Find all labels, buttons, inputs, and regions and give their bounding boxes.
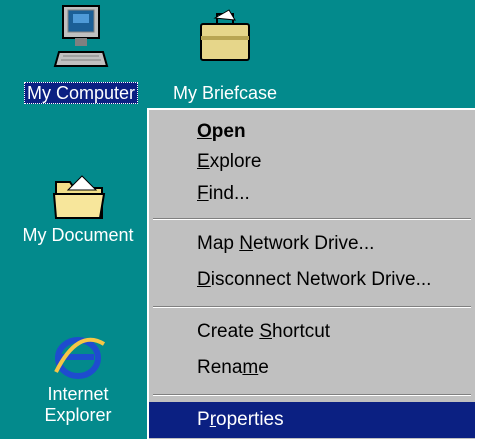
my-computer-icon bbox=[53, 5, 109, 67]
menu-item-disconnect-network-drive[interactable]: Disconnect Network Drive... bbox=[149, 262, 475, 298]
menu-item-label-prefix: Map bbox=[197, 233, 240, 254]
menu-item-find[interactable]: Find... bbox=[149, 176, 475, 212]
menu-item-label: ind... bbox=[208, 183, 250, 204]
menu-item-create-shortcut[interactable]: Create Shortcut bbox=[149, 314, 475, 350]
menu-item-explore[interactable]: Explore bbox=[149, 144, 475, 180]
menu-separator bbox=[153, 394, 471, 396]
menu-item-label: isconnect Network Drive... bbox=[210, 269, 432, 290]
desktop-icon-internet-explorer[interactable]: Internet Explorer bbox=[18, 332, 138, 426]
menu-separator bbox=[153, 306, 471, 308]
outside-area bbox=[475, 0, 499, 439]
menu-item-label-prefix: P bbox=[197, 409, 210, 430]
menu-item-accelerator: N bbox=[239, 233, 253, 254]
desktop-icon-label-line1: Internet bbox=[47, 384, 109, 404]
desktop[interactable]: My Computer My Briefcase My Document Int… bbox=[0, 0, 475, 439]
context-menu: Open Explore Find... Map Network Drive..… bbox=[147, 108, 475, 439]
desktop-icon-label: My Computer bbox=[23, 82, 139, 104]
menu-item-accelerator: E bbox=[197, 151, 210, 172]
menu-item-accelerator: m bbox=[242, 357, 259, 378]
desktop-icon-label-line2: Explorer bbox=[44, 405, 112, 425]
menu-item-label: pen bbox=[211, 121, 246, 142]
internet-explorer-icon bbox=[54, 337, 106, 379]
screen: My Computer My Briefcase My Document Int… bbox=[0, 0, 499, 439]
desktop-icon-label: My Briefcase bbox=[173, 83, 278, 103]
menu-item-accelerator: S bbox=[259, 321, 272, 342]
menu-item-label: hortcut bbox=[272, 321, 331, 342]
menu-item-label-prefix: Rena bbox=[197, 357, 243, 378]
menu-item-label: e bbox=[258, 357, 269, 378]
menu-item-accelerator: F bbox=[197, 183, 209, 204]
desktop-icon-label: My Document bbox=[22, 225, 134, 245]
menu-separator bbox=[153, 218, 471, 220]
menu-item-map-network-drive[interactable]: Map Network Drive... bbox=[149, 226, 475, 262]
menu-item-label: xplore bbox=[209, 151, 262, 172]
menu-item-label: operties bbox=[216, 409, 284, 430]
briefcase-icon bbox=[200, 9, 250, 61]
menu-item-properties[interactable]: Properties bbox=[149, 402, 475, 438]
desktop-icon-my-documents[interactable]: My Document bbox=[0, 168, 156, 246]
desktop-icon-my-briefcase[interactable]: My Briefcase bbox=[170, 6, 280, 104]
menu-item-label-prefix: Create bbox=[197, 321, 260, 342]
desktop-icon-my-computer[interactable]: My Computer bbox=[13, 4, 149, 104]
menu-item-label: etwork Drive... bbox=[252, 233, 375, 254]
folder-documents-icon bbox=[52, 175, 106, 219]
menu-item-accelerator: O bbox=[197, 121, 212, 142]
menu-item-accelerator: D bbox=[197, 269, 211, 290]
menu-item-rename[interactable]: Rename bbox=[149, 350, 475, 386]
